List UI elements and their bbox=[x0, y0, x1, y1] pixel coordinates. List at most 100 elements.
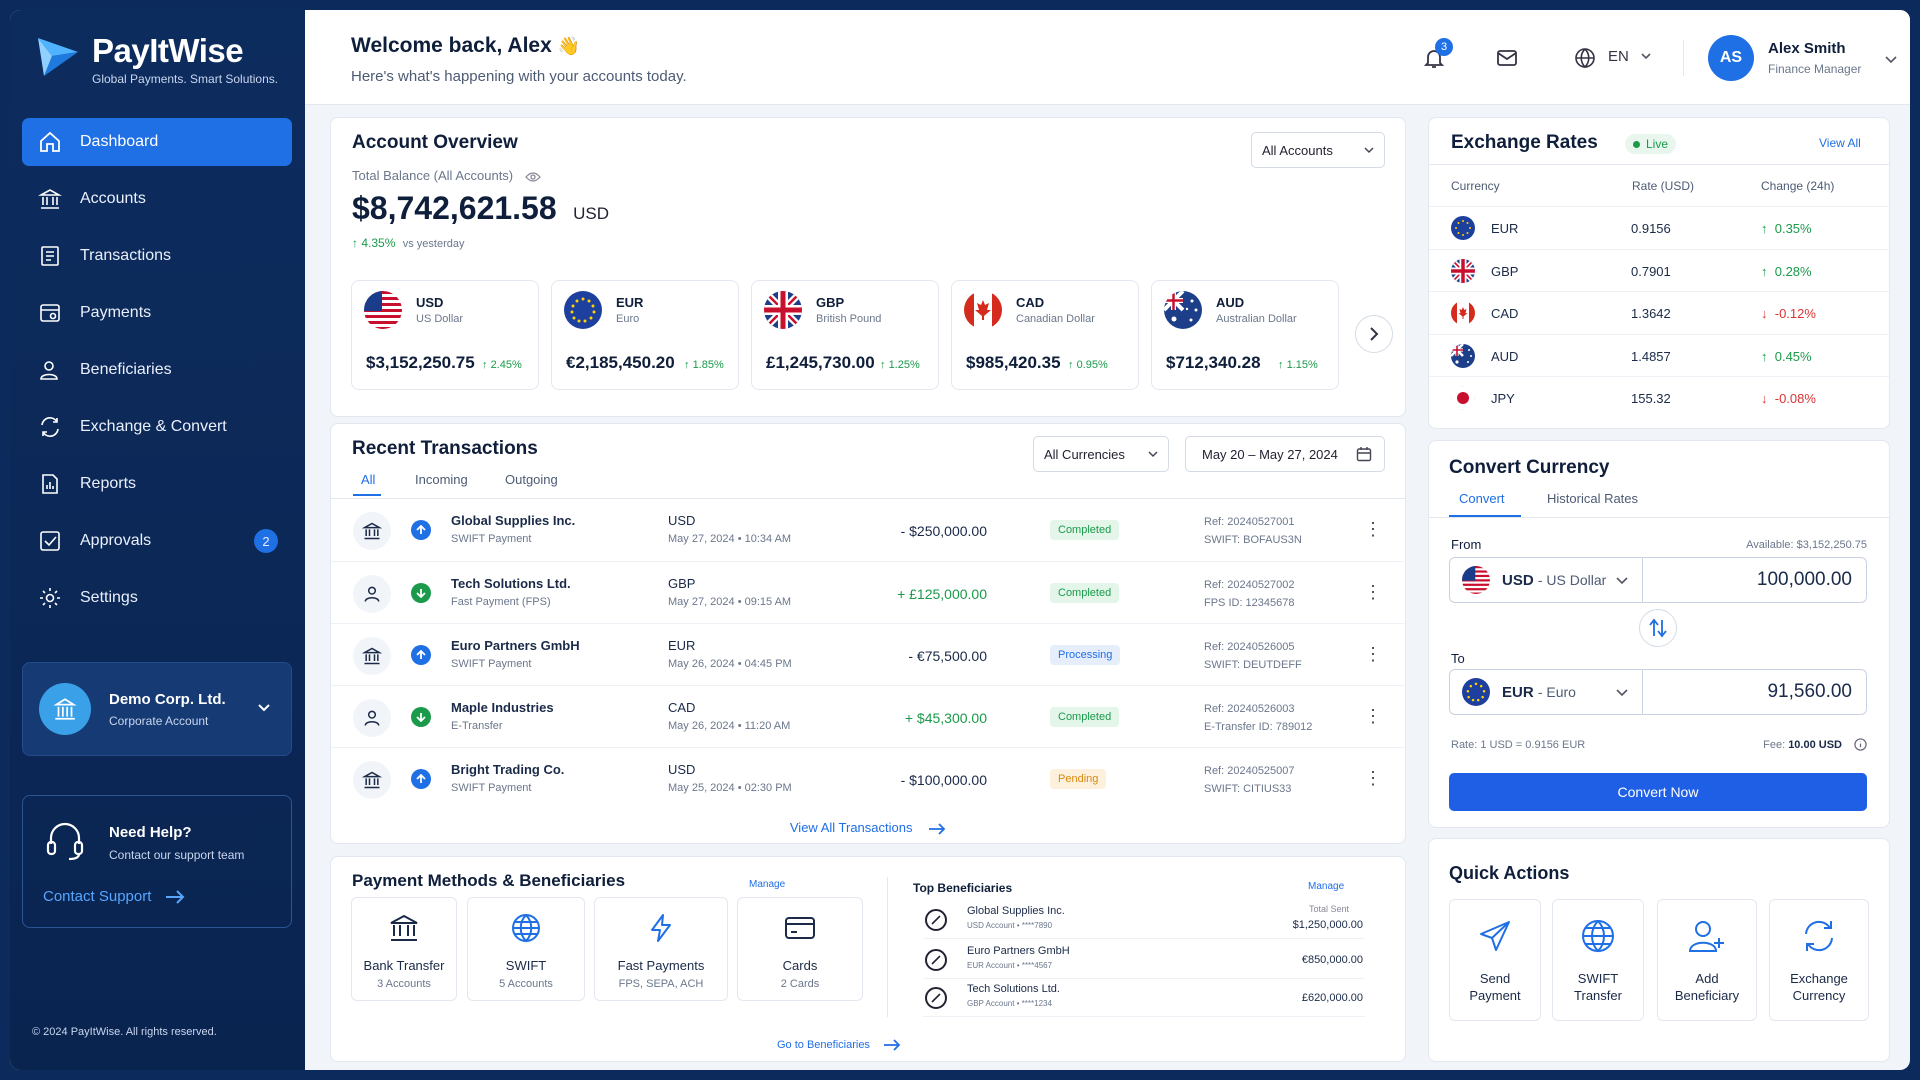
rate-row[interactable]: AUD 1.4857 ↑ 0.45% bbox=[1429, 333, 1889, 376]
nav-item-beneficiaries[interactable]: Beneficiaries bbox=[22, 346, 292, 394]
user-name[interactable]: Alex Smith bbox=[1768, 40, 1846, 57]
tab-outgoing[interactable]: Outgoing bbox=[505, 472, 558, 487]
goto-label: Go to Beneficiaries bbox=[777, 1039, 870, 1051]
currency-card-gbp[interactable]: GBP British Pound £1,245,730.00 ↑ 1.25% bbox=[751, 280, 939, 390]
quick-action-swift-transfer[interactable]: SWIFT Transfer bbox=[1552, 899, 1644, 1021]
to-code: EUR bbox=[1502, 683, 1534, 701]
more-options-icon[interactable]: ⋮ bbox=[1363, 644, 1383, 664]
tab-convert[interactable]: Convert bbox=[1459, 491, 1505, 506]
rate-currency: GBP bbox=[1491, 263, 1519, 279]
swap-currencies-button[interactable] bbox=[1639, 609, 1677, 647]
action-label: Add Beneficiary bbox=[1658, 970, 1756, 1004]
manage-methods-link[interactable]: Manage bbox=[749, 879, 785, 890]
action-label: Exchange Currency bbox=[1770, 970, 1868, 1004]
to-name: - Euro bbox=[1537, 683, 1576, 700]
from-amount-input[interactable]: 100,000.00 bbox=[1757, 569, 1852, 591]
to-label: To bbox=[1451, 651, 1465, 666]
method-swift[interactable]: SWIFT 5 Accounts bbox=[467, 897, 585, 1001]
nav-item-accounts[interactable]: Accounts bbox=[22, 175, 292, 223]
top-bar: Welcome back, Alex 👋 Here's what's happe… bbox=[305, 10, 1910, 105]
nav-item-settings[interactable]: Settings bbox=[22, 574, 292, 622]
nav-item-dashboard[interactable]: Dashboard bbox=[22, 118, 292, 166]
rates-header: Currency Rate (USD) Change (24h) bbox=[1429, 164, 1889, 206]
chevron-down-icon bbox=[1148, 451, 1158, 458]
beneficiary-name: Euro Partners GmbH bbox=[967, 945, 1070, 957]
beneficiary-row[interactable]: Global Supplies Inc. USD Account • ****7… bbox=[923, 901, 1365, 939]
more-options-icon[interactable]: ⋮ bbox=[1363, 582, 1383, 602]
organization-switcher[interactable]: Demo Corp. Ltd. Corporate Account bbox=[22, 662, 292, 756]
manage-beneficiaries-link[interactable]: Manage bbox=[1308, 881, 1344, 892]
table-row[interactable]: Maple Industries E-Transfer CAD May 26, 202… bbox=[331, 685, 1404, 747]
language-selector[interactable]: EN bbox=[1608, 48, 1651, 65]
currency-card-aud[interactable]: AUD Australian Dollar $712,340.28 ↑ 1.15… bbox=[1151, 280, 1339, 390]
currency-filter-dropdown[interactable]: All Currencies bbox=[1033, 436, 1169, 472]
view-all-transactions-link[interactable]: View All Transactions bbox=[331, 820, 1405, 835]
mail-icon[interactable] bbox=[1495, 46, 1519, 70]
contact-support-link[interactable]: Contact Support bbox=[43, 888, 185, 905]
payment-type: SWIFT Payment bbox=[451, 533, 532, 545]
method-fast-payments[interactable]: Fast Payments FPS, SEPA, ACH bbox=[594, 897, 728, 1001]
quick-action-add-beneficiary[interactable]: Add Beneficiary bbox=[1657, 899, 1757, 1021]
to-currency-select[interactable]: EUR - Euro bbox=[1450, 670, 1643, 714]
nav-item-payments[interactable]: Payments bbox=[22, 289, 292, 337]
quick-action-send-payment[interactable]: Send Payment bbox=[1449, 899, 1541, 1021]
method-bank-transfer[interactable]: Bank Transfer 3 Accounts bbox=[351, 897, 457, 1001]
amount: - $100,000.00 bbox=[900, 772, 987, 788]
nav-item-approvals[interactable]: Approvals 2 bbox=[22, 517, 292, 565]
nav-label: Approvals bbox=[80, 532, 152, 549]
swap-icon bbox=[1649, 618, 1667, 638]
table-row[interactable]: Bright Trading Co. SWIFT Payment USD May 25… bbox=[331, 747, 1404, 809]
carousel-next-button[interactable] bbox=[1355, 315, 1393, 353]
from-currency-field[interactable]: USD - US Dollar 100,000.00 bbox=[1449, 557, 1867, 603]
nav-item-reports[interactable]: Reports bbox=[22, 460, 292, 508]
currency-amount: €2,185,450.20 bbox=[566, 353, 675, 372]
rate-row[interactable]: JPY 155.32 ↓ -0.08% bbox=[1429, 376, 1889, 418]
brand-logo[interactable]: PayItWise Global Payments. Smart Solutio… bbox=[34, 32, 278, 86]
rate-row[interactable]: EUR 0.9156 ↑ 0.35% bbox=[1429, 206, 1889, 248]
go-to-beneficiaries-link[interactable]: Go to Beneficiaries bbox=[777, 1039, 901, 1051]
to-currency-field[interactable]: EUR - Euro 91,560.00 bbox=[1449, 669, 1867, 715]
eye-icon[interactable] bbox=[524, 171, 541, 183]
view-all-rates-link[interactable]: View All bbox=[1819, 136, 1861, 150]
from-code: USD bbox=[1502, 571, 1534, 589]
tab-incoming[interactable]: Incoming bbox=[415, 472, 468, 487]
tab-all[interactable]: All bbox=[361, 472, 375, 487]
more-options-icon[interactable]: ⋮ bbox=[1363, 519, 1383, 539]
user-icon bbox=[364, 586, 380, 602]
from-currency-select[interactable]: USD - US Dollar bbox=[1450, 558, 1643, 602]
convert-now-button[interactable]: Convert Now bbox=[1449, 773, 1867, 811]
welcome-subtitle: Here's what's happening with your accoun… bbox=[351, 68, 687, 85]
ref-id: Ref: 20240527001 bbox=[1204, 516, 1295, 528]
rate-row[interactable]: CAD 1.3642 ↓ -0.12% bbox=[1429, 291, 1889, 333]
change-value: 1.15% bbox=[1286, 359, 1318, 371]
quick-action-exchange-currency[interactable]: Exchange Currency bbox=[1769, 899, 1869, 1021]
more-options-icon[interactable]: ⋮ bbox=[1363, 706, 1383, 726]
currency-card-usd[interactable]: USD US Dollar $3,152,250.75 ↑ 2.45% bbox=[351, 280, 539, 390]
method-cards[interactable]: Cards 2 Cards bbox=[737, 897, 863, 1001]
currency-amount: $712,340.28 bbox=[1166, 353, 1261, 372]
more-options-icon[interactable]: ⋮ bbox=[1363, 768, 1383, 788]
date-range-picker[interactable]: May 20 – May 27, 2024 bbox=[1185, 436, 1385, 472]
top-beneficiaries-title: Top Beneficiaries bbox=[913, 881, 1013, 895]
currency: USD bbox=[668, 762, 696, 777]
rate-change: ↓ -0.12% bbox=[1761, 306, 1816, 321]
currency-card-cad[interactable]: CAD Canadian Dollar $985,420.35 ↑ 0.95% bbox=[951, 280, 1139, 390]
header-rate: Rate (USD) bbox=[1632, 179, 1695, 193]
table-row[interactable]: Global Supplies Inc. SWIFT Payment USD May … bbox=[331, 499, 1404, 561]
beneficiary-row[interactable]: Euro Partners GmbH EUR Account • ****456… bbox=[923, 941, 1365, 979]
currency-card-eur[interactable]: EUR Euro €2,185,450.20 ↑ 1.85% bbox=[551, 280, 739, 390]
table-row[interactable]: Euro Partners GmbH SWIFT Payment EUR May 26… bbox=[331, 623, 1404, 685]
avatar[interactable]: AS bbox=[1708, 35, 1754, 81]
chevron-down-icon[interactable] bbox=[1885, 54, 1897, 64]
info-icon[interactable] bbox=[1854, 738, 1867, 751]
card-icon bbox=[785, 917, 815, 939]
action-label: Send Payment bbox=[1450, 970, 1540, 1004]
beneficiary-row[interactable]: Tech Solutions Ltd. GBP Account • ****12… bbox=[923, 979, 1365, 1017]
nav-label: Reports bbox=[80, 475, 137, 492]
table-row[interactable]: Tech Solutions Ltd. Fast Payment (FPS) GBP… bbox=[331, 561, 1404, 623]
tab-historical-rates[interactable]: Historical Rates bbox=[1547, 491, 1638, 506]
nav-item-transactions[interactable]: Transactions bbox=[22, 232, 292, 280]
rate-row[interactable]: GBP 0.7901 ↑ 0.28% bbox=[1429, 248, 1889, 291]
account-filter-dropdown[interactable]: All Accounts bbox=[1251, 132, 1385, 168]
nav-item-exchange[interactable]: Exchange & Convert bbox=[22, 403, 292, 451]
